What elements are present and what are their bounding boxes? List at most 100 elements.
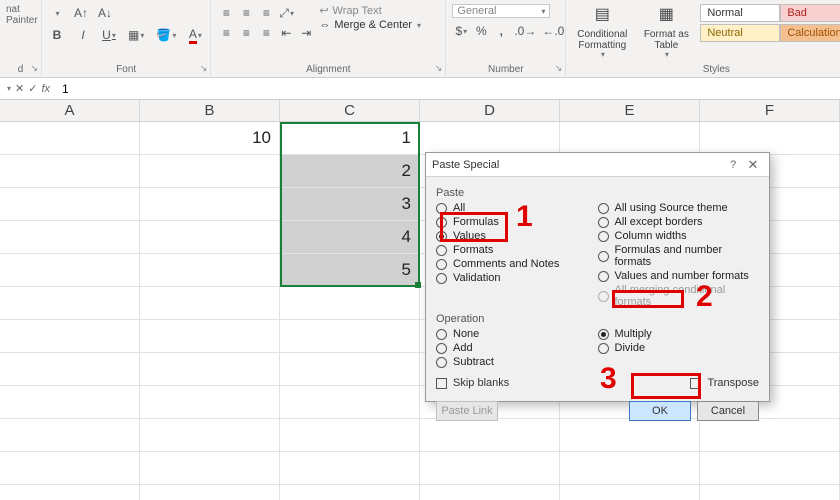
dialog-launcher-icon[interactable]: ↘ bbox=[555, 63, 563, 74]
cell[interactable] bbox=[0, 452, 140, 485]
cell[interactable] bbox=[140, 188, 280, 221]
cell[interactable] bbox=[140, 155, 280, 188]
cell[interactable] bbox=[280, 485, 420, 500]
align-top-icon[interactable]: ≡ bbox=[217, 4, 235, 22]
cell[interactable] bbox=[0, 485, 140, 500]
column-header[interactable]: F bbox=[700, 100, 840, 121]
align-right-icon[interactable]: ≡ bbox=[257, 24, 275, 42]
cell[interactable] bbox=[280, 287, 420, 320]
cell-style-bad[interactable]: Bad bbox=[780, 4, 840, 22]
dialog-launcher-icon[interactable]: ↘ bbox=[200, 63, 208, 74]
paste-option-colwidths[interactable]: Column widths bbox=[598, 229, 760, 243]
increase-indent-icon[interactable]: ⇥ bbox=[297, 24, 315, 42]
cell[interactable] bbox=[0, 320, 140, 353]
name-box-dropdown-icon[interactable]: ▾ bbox=[7, 84, 11, 93]
paste-option-values[interactable]: Values bbox=[436, 229, 598, 243]
operation-option-subtract[interactable]: Subtract bbox=[436, 355, 598, 369]
merge-center-icon[interactable]: ⇔ bbox=[319, 19, 330, 31]
align-bottom-icon[interactable]: ≡ bbox=[257, 4, 275, 22]
cell[interactable] bbox=[0, 353, 140, 386]
operation-option-none[interactable]: None bbox=[436, 327, 598, 341]
cell[interactable] bbox=[420, 122, 560, 155]
cell[interactable] bbox=[700, 452, 840, 485]
paste-option-validation[interactable]: Validation bbox=[436, 271, 598, 285]
fill-color-button[interactable]: 🪣▾ bbox=[154, 26, 178, 44]
cell[interactable] bbox=[0, 254, 140, 287]
align-left-icon[interactable]: ≡ bbox=[217, 24, 235, 42]
arrow-down-icon[interactable]: ▾ bbox=[48, 4, 66, 22]
cell[interactable]: 1 bbox=[280, 122, 420, 155]
increase-font-icon[interactable]: A↑ bbox=[72, 4, 90, 22]
paste-option-allexcept[interactable]: All except borders bbox=[598, 215, 760, 229]
paste-option-comments[interactable]: Comments and Notes bbox=[436, 257, 598, 271]
cell[interactable] bbox=[560, 452, 700, 485]
align-middle-icon[interactable]: ≡ bbox=[237, 4, 255, 22]
wrap-text-icon[interactable]: ↩ bbox=[319, 4, 328, 17]
close-icon[interactable]: ✕ bbox=[743, 157, 763, 173]
cell[interactable] bbox=[280, 419, 420, 452]
formula-input[interactable] bbox=[56, 80, 840, 98]
skip-blanks-checkbox[interactable]: Skip blanks bbox=[436, 377, 509, 389]
format-painter-fragment[interactable]: nat Painter bbox=[6, 4, 38, 26]
paste-option-formats[interactable]: Formats bbox=[436, 243, 598, 257]
accounting-format-button[interactable]: $▾ bbox=[452, 22, 470, 40]
cell[interactable] bbox=[420, 485, 560, 500]
bold-button[interactable]: B bbox=[48, 26, 66, 44]
wrap-text-button[interactable]: Wrap Text bbox=[333, 5, 382, 17]
cell[interactable]: 4 bbox=[280, 221, 420, 254]
column-header[interactable]: D bbox=[420, 100, 560, 121]
cell[interactable] bbox=[280, 320, 420, 353]
cancel-button[interactable]: Cancel bbox=[697, 401, 759, 421]
percent-format-button[interactable]: % bbox=[472, 22, 490, 40]
decrease-indent-icon[interactable]: ⇤ bbox=[277, 24, 295, 42]
format-as-table-button[interactable]: ▦ Format as Table▾ bbox=[636, 4, 696, 60]
cell[interactable]: 3 bbox=[280, 188, 420, 221]
cell[interactable]: 5 bbox=[280, 254, 420, 287]
cell[interactable] bbox=[0, 188, 140, 221]
number-format-select[interactable]: General bbox=[457, 5, 538, 17]
column-header[interactable]: E bbox=[560, 100, 700, 121]
cell-style-neutral[interactable]: Neutral bbox=[700, 24, 780, 42]
cell[interactable] bbox=[560, 122, 700, 155]
cell[interactable] bbox=[280, 386, 420, 419]
cell-style-calculation[interactable]: Calculation bbox=[780, 24, 840, 42]
paste-option-fnf[interactable]: Formulas and number formats bbox=[598, 243, 760, 269]
paste-option-allsource[interactable]: All using Source theme bbox=[598, 201, 760, 215]
comma-format-button[interactable]: , bbox=[492, 22, 510, 40]
dialog-titlebar[interactable]: Paste Special ? ✕ bbox=[426, 153, 769, 177]
cell[interactable] bbox=[140, 221, 280, 254]
column-header[interactable]: C bbox=[280, 100, 420, 121]
underline-button[interactable]: U▾ bbox=[100, 26, 118, 44]
cell[interactable] bbox=[700, 122, 840, 155]
cell[interactable] bbox=[140, 353, 280, 386]
cell[interactable] bbox=[420, 452, 560, 485]
cell[interactable] bbox=[280, 353, 420, 386]
cell[interactable] bbox=[560, 485, 700, 500]
operation-option-multiply[interactable]: Multiply bbox=[598, 327, 760, 341]
decrease-font-icon[interactable]: A↓ bbox=[96, 4, 114, 22]
orientation-icon[interactable]: ⤢▾ bbox=[277, 4, 296, 22]
cell[interactable] bbox=[280, 452, 420, 485]
paste-option-formulas[interactable]: Formulas bbox=[436, 215, 598, 229]
font-color-button[interactable]: A▾ bbox=[186, 26, 204, 44]
operation-option-add[interactable]: Add bbox=[436, 341, 598, 355]
cell[interactable] bbox=[0, 155, 140, 188]
italic-button[interactable]: I bbox=[74, 26, 92, 44]
conditional-formatting-button[interactable]: ▤ Conditional Formatting▾ bbox=[572, 4, 632, 60]
align-center-icon[interactable]: ≡ bbox=[237, 24, 255, 42]
merge-center-button[interactable]: Merge & Center bbox=[334, 19, 412, 31]
dialog-launcher-icon[interactable]: ↘ bbox=[435, 63, 443, 74]
cell[interactable] bbox=[0, 221, 140, 254]
accept-formula-icon[interactable]: ✓ bbox=[28, 82, 37, 95]
cell[interactable] bbox=[0, 287, 140, 320]
cell[interactable]: 10 bbox=[140, 122, 280, 155]
cell[interactable] bbox=[0, 419, 140, 452]
cell[interactable] bbox=[0, 122, 140, 155]
cell[interactable] bbox=[140, 254, 280, 287]
cell[interactable] bbox=[140, 386, 280, 419]
cell[interactable] bbox=[140, 452, 280, 485]
cell-style-normal[interactable]: Normal bbox=[700, 4, 780, 22]
cell[interactable] bbox=[140, 320, 280, 353]
help-icon[interactable]: ? bbox=[723, 159, 743, 171]
column-header[interactable]: B bbox=[140, 100, 280, 121]
